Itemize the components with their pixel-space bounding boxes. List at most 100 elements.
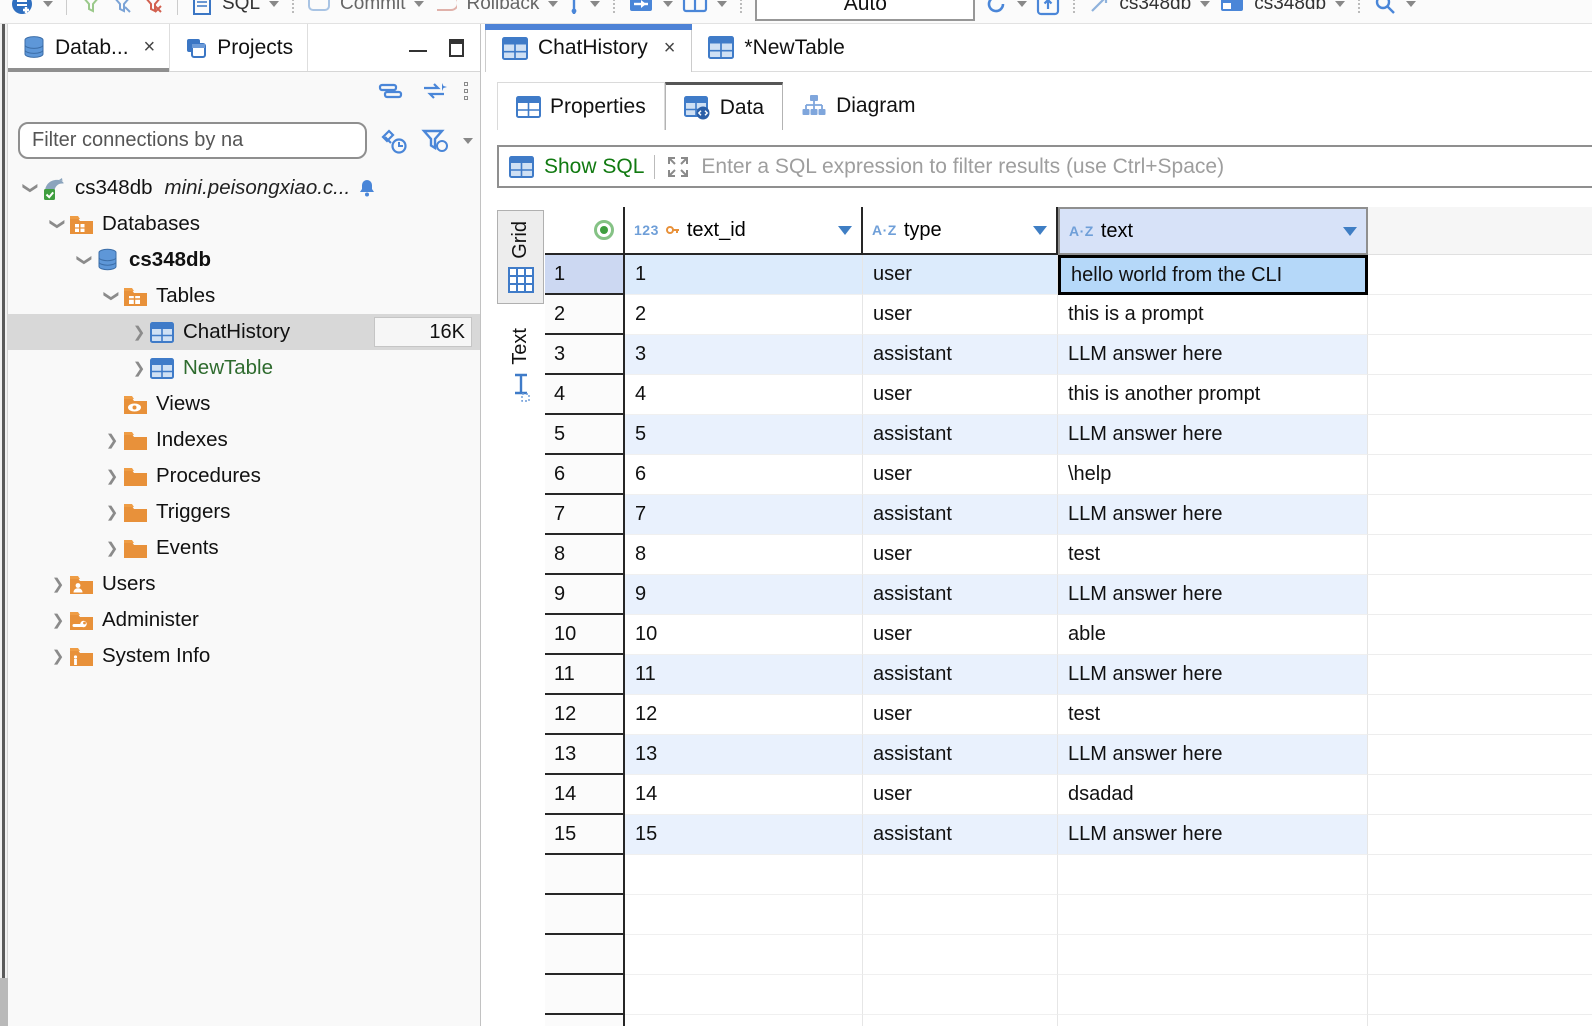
chevron-down-icon[interactable] [269, 1, 279, 7]
grid-view-tab[interactable]: Grid [497, 210, 544, 304]
chevron-down-icon[interactable] [663, 1, 673, 7]
subtab-diagram[interactable]: Diagram [783, 82, 933, 130]
close-icon[interactable]: × [144, 36, 156, 59]
active-connection-icon[interactable] [1088, 0, 1110, 15]
cell-type[interactable]: user [863, 775, 1058, 815]
cell-text[interactable]: LLM answer here [1058, 575, 1368, 615]
row-number[interactable]: 12 [545, 695, 625, 735]
link-with-editor-icon[interactable] [420, 80, 448, 102]
empty-cell[interactable] [625, 1015, 863, 1026]
tree-item-users[interactable]: Users [8, 566, 480, 602]
chevron-collapsed-icon[interactable] [101, 539, 123, 557]
connect-plug-icon[interactable] [379, 127, 409, 155]
table-row[interactable]: 4 4 user this is another prompt [545, 375, 1592, 415]
tree-item-newtable[interactable]: NewTable [8, 350, 480, 386]
tree-item-chathistory[interactable]: ChatHistory 16K [8, 314, 480, 350]
row-number[interactable]: 11 [545, 655, 625, 695]
empty-cell[interactable] [1058, 975, 1368, 1015]
row-number[interactable] [545, 855, 625, 895]
tree-item-system-info[interactable]: System Info [8, 638, 480, 674]
cell-text[interactable]: test [1058, 695, 1368, 735]
cell-text[interactable]: able [1058, 615, 1368, 655]
table-row[interactable]: 11 11 assistant LLM answer here [545, 655, 1592, 695]
cell-type[interactable]: assistant [863, 655, 1058, 695]
cell-text[interactable]: dsadad [1058, 775, 1368, 815]
cell-text-id[interactable]: 7 [625, 495, 863, 535]
row-number[interactable]: 14 [545, 775, 625, 815]
cell-text-id[interactable]: 13 [625, 735, 863, 775]
active-schema-icon[interactable] [1219, 0, 1245, 15]
filter-red-icon[interactable] [142, 0, 164, 15]
layout-icon[interactable] [682, 0, 708, 15]
chevron-down-icon[interactable] [1200, 1, 1210, 7]
sql-editor-icon[interactable] [191, 0, 213, 16]
cell-text-id[interactable]: 6 [625, 455, 863, 495]
chevron-expanded-icon[interactable] [49, 213, 67, 235]
chevron-down-icon[interactable] [414, 1, 424, 7]
column-dropdown-icon[interactable] [838, 226, 852, 235]
empty-cell[interactable] [1058, 855, 1368, 895]
cell-text[interactable]: LLM answer here [1058, 335, 1368, 375]
subtab-properties[interactable]: Properties [497, 82, 665, 130]
chevron-down-icon[interactable] [717, 1, 727, 7]
tree-item-indexes[interactable]: Indexes [8, 422, 480, 458]
filter-blue-icon[interactable] [111, 0, 133, 15]
cell-text-selected[interactable]: hello world from the CLI [1058, 255, 1368, 295]
rollback-button[interactable]: Rollback [466, 0, 539, 15]
table-row[interactable]: 5 5 assistant LLM answer here [545, 415, 1592, 455]
cell-text-id[interactable]: 2 [625, 295, 863, 335]
empty-row[interactable] [545, 855, 1592, 895]
row-number[interactable]: 6 [545, 455, 625, 495]
rollback-icon[interactable] [433, 0, 457, 15]
row-number[interactable] [545, 895, 625, 935]
filter-connections-input[interactable] [18, 122, 367, 159]
empty-cell[interactable] [863, 855, 1058, 895]
tab-database-navigator[interactable]: Datab... × [8, 24, 170, 71]
text-view-tab[interactable]: Text [497, 318, 544, 413]
cell-text-id[interactable]: 5 [625, 415, 863, 455]
row-number[interactable]: 9 [545, 575, 625, 615]
chevron-down-icon[interactable] [548, 1, 558, 7]
table-row[interactable]: 3 3 assistant LLM answer here [545, 335, 1592, 375]
cell-text-id[interactable]: 10 [625, 615, 863, 655]
search-icon[interactable] [1373, 0, 1397, 16]
tab-newtable[interactable]: *NewTable [692, 24, 860, 71]
cell-text[interactable]: LLM answer here [1058, 415, 1368, 455]
row-number[interactable]: 4 [545, 375, 625, 415]
cell-type[interactable]: user [863, 295, 1058, 335]
cell-type[interactable]: assistant [863, 575, 1058, 615]
tree-item-procedures[interactable]: Procedures [8, 458, 480, 494]
row-number[interactable]: 7 [545, 495, 625, 535]
table-row[interactable]: 1 1 user hello world from the CLI [545, 255, 1592, 295]
tab-projects[interactable]: Projects [170, 24, 308, 71]
expand-filter-icon[interactable] [665, 154, 691, 180]
tree-item-events[interactable]: Events [8, 530, 480, 566]
table-row[interactable]: 10 10 user able [545, 615, 1592, 655]
row-number[interactable]: 8 [545, 535, 625, 575]
chevron-collapsed-icon[interactable] [101, 503, 123, 521]
cell-type[interactable]: user [863, 255, 1058, 295]
cell-type[interactable]: user [863, 375, 1058, 415]
cell-type[interactable]: user [863, 695, 1058, 735]
chevron-down-icon[interactable] [1017, 1, 1027, 7]
row-number[interactable]: 13 [545, 735, 625, 775]
empty-cell[interactable] [625, 935, 863, 975]
cell-text-id[interactable]: 14 [625, 775, 863, 815]
row-number[interactable]: 15 [545, 815, 625, 855]
chevron-down-icon[interactable] [590, 1, 600, 7]
empty-cell[interactable] [625, 855, 863, 895]
tree-item-views[interactable]: Views [8, 386, 480, 422]
chevron-expanded-icon[interactable] [22, 177, 40, 199]
empty-row[interactable] [545, 975, 1592, 1015]
tree-item-databases[interactable]: Databases [8, 206, 480, 242]
column-header-text[interactable]: A·Z text [1058, 207, 1368, 255]
minimize-icon[interactable] [409, 43, 427, 52]
empty-cell[interactable] [625, 895, 863, 935]
cell-type[interactable]: assistant [863, 495, 1058, 535]
close-icon[interactable]: × [664, 37, 676, 60]
cell-text-id[interactable]: 9 [625, 575, 863, 615]
cell-text-id[interactable]: 12 [625, 695, 863, 735]
bell-icon[interactable] [356, 177, 378, 199]
cell-text-id[interactable]: 4 [625, 375, 863, 415]
refresh-icon[interactable] [984, 0, 1008, 16]
